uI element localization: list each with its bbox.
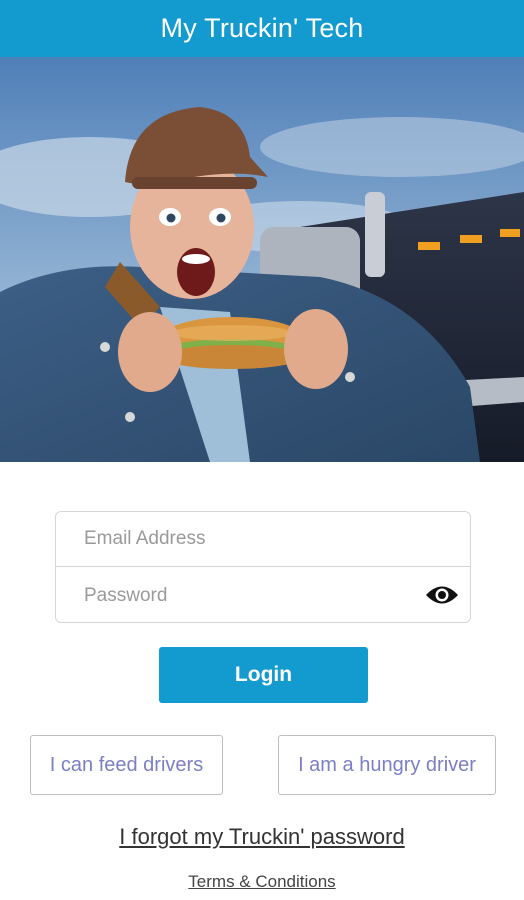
password-field-row (56, 568, 470, 623)
app-header: My Truckin' Tech (0, 0, 524, 57)
login-button[interactable]: Login (159, 647, 368, 703)
app-title: My Truckin' Tech (160, 13, 364, 43)
feed-drivers-button[interactable]: I can feed drivers (30, 735, 223, 795)
hero-image (0, 57, 524, 462)
eye-icon[interactable] (424, 580, 460, 610)
login-screen: My Truckin' Tech Email Address Login I c… (0, 0, 524, 900)
hungry-driver-button[interactable]: I am a hungry driver (278, 735, 496, 795)
password-field[interactable] (56, 568, 470, 623)
forgot-password-link[interactable]: I forgot my Truckin' password (0, 824, 524, 850)
email-field-row (56, 512, 470, 567)
credentials-box (55, 511, 471, 623)
email-field[interactable] (56, 512, 470, 566)
terms-link[interactable]: Terms & Conditions (0, 872, 524, 892)
